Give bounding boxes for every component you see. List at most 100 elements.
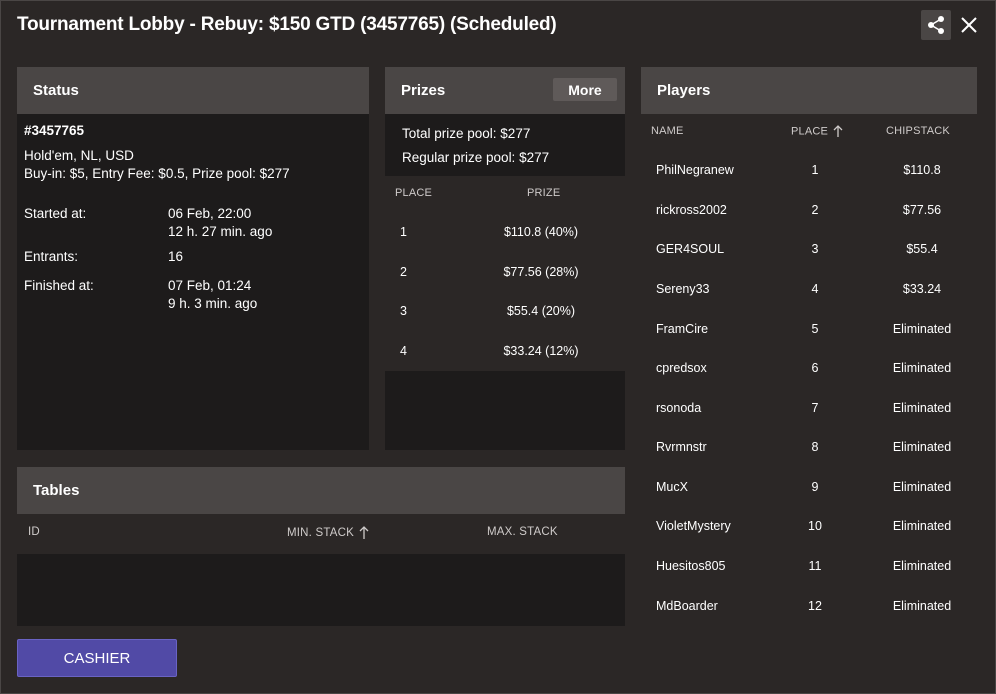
player-name: Huesitos805	[656, 559, 726, 573]
prizes-heading: Prizes	[401, 82, 446, 99]
started-ago: 12 h. 27 min. ago	[168, 224, 273, 239]
player-chipstack: $110.8	[903, 163, 941, 177]
sort-arrow-up-icon	[359, 526, 369, 539]
player-name: MdBoarder	[656, 599, 718, 613]
tables-col-min-stack-label: MIN. STACK	[287, 527, 354, 540]
tables-col-max-stack[interactable]: MAX. STACK	[487, 526, 558, 538]
player-chipstack: Eliminated	[892, 361, 952, 375]
player-place: 9	[811, 480, 819, 494]
finished-ago: 9 h. 3 min. ago	[168, 296, 258, 311]
cashier-button[interactable]: CASHIER	[17, 639, 177, 677]
player-name: PhilNegranew	[656, 163, 734, 177]
prize-row: 1 $110.8 (40%)	[385, 212, 625, 252]
prize-place: 2	[400, 265, 407, 279]
close-button[interactable]	[956, 12, 982, 38]
player-name: cpredsox	[656, 361, 707, 375]
player-chipstack: Eliminated	[892, 519, 952, 533]
player-name: MucX	[656, 480, 688, 494]
finished-date: 07 Feb, 01:24	[168, 278, 252, 293]
player-place: 4	[811, 282, 819, 296]
prizes-empty-area	[385, 371, 625, 450]
player-place: 11	[808, 559, 822, 573]
prize-place: 4	[400, 344, 407, 358]
player-name: rickross2002	[656, 203, 727, 217]
prize-col-prize: PRIZE	[527, 187, 561, 199]
player-row[interactable]: MdBoarder 12 Eliminated	[641, 586, 977, 625]
player-row[interactable]: rsonoda 7 Eliminated	[641, 388, 977, 427]
player-name: rsonoda	[656, 401, 702, 415]
share-icon	[928, 16, 944, 34]
finished-label: Finished at:	[24, 278, 94, 293]
player-chipstack: Eliminated	[892, 599, 952, 613]
player-chipstack: $55.4	[906, 242, 938, 256]
prize-amount: $77.56 (28%)	[503, 265, 579, 279]
player-name: VioletMystery	[656, 519, 731, 533]
player-chipstack: Eliminated	[892, 559, 952, 573]
player-place: 5	[811, 322, 819, 336]
players-col-chipstack[interactable]: CHIPSTACK	[886, 125, 950, 137]
player-place: 6	[811, 361, 819, 375]
players-panel-header: Players	[641, 67, 977, 114]
prize-amount: $33.24 (12%)	[503, 344, 579, 358]
players-col-name[interactable]: NAME	[651, 125, 684, 137]
buyin-info: Buy-in: $5, Entry Fee: $0.5, Prize pool:…	[24, 166, 290, 181]
sort-arrow-up-icon	[833, 125, 843, 137]
share-button[interactable]	[921, 10, 951, 40]
player-place: 8	[811, 440, 819, 454]
player-chipstack: $77.56	[902, 203, 942, 217]
player-name: GER4SOUL	[656, 242, 725, 256]
prize-col-place: PLACE	[395, 187, 433, 199]
player-place: 2	[811, 203, 819, 217]
prize-amount: $110.8 (40%)	[503, 225, 579, 239]
player-chipstack: Eliminated	[892, 401, 952, 415]
player-chipstack: Eliminated	[892, 480, 952, 494]
player-name: Rvrmnstr	[656, 440, 707, 454]
player-row[interactable]: FramCire 5 Eliminated	[641, 309, 977, 348]
tournament-id: #3457765	[24, 123, 85, 138]
player-place: 3	[811, 242, 819, 256]
player-chipstack: Eliminated	[892, 322, 952, 336]
entrants-label: Entrants:	[24, 249, 79, 264]
tables-col-min-stack[interactable]: MIN. STACK	[287, 526, 369, 540]
window-title: Tournament Lobby - Rebuy: $150 GTD (3457…	[17, 14, 557, 35]
tables-panel-header: Tables	[17, 467, 625, 514]
entrants-value: 16	[168, 249, 184, 264]
game-type: Hold'em, NL, USD	[24, 148, 134, 163]
players-heading: Players	[657, 82, 711, 99]
tables-col-id[interactable]: ID	[28, 526, 40, 538]
players-col-place[interactable]: PLACE	[791, 125, 843, 138]
player-place: 10	[808, 519, 822, 533]
close-icon	[961, 17, 977, 33]
player-row[interactable]: MucX 9 Eliminated	[641, 467, 977, 506]
regular-prize-pool: Regular prize pool: $277	[402, 150, 550, 165]
player-place: 12	[808, 599, 822, 613]
started-label: Started at:	[24, 206, 87, 221]
player-chipstack: Eliminated	[892, 440, 952, 454]
prize-place: 1	[400, 225, 407, 239]
player-row[interactable]: VioletMystery 10 Eliminated	[641, 506, 977, 545]
player-row[interactable]: rickross2002 2 $77.56	[641, 190, 977, 229]
player-row[interactable]: Huesitos805 11 Eliminated	[641, 546, 977, 585]
started-value: 06 Feb, 22:00 12 h. 27 min. ago	[168, 205, 272, 241]
player-row[interactable]: Rvrmnstr 8 Eliminated	[641, 427, 977, 466]
player-row[interactable]: Sereny33 4 $33.24	[641, 269, 977, 308]
prize-pool-box	[385, 114, 625, 176]
player-name: Sereny33	[656, 282, 710, 296]
tables-heading: Tables	[33, 482, 80, 499]
started-date: 06 Feb, 22:00	[168, 206, 252, 221]
player-name: FramCire	[656, 322, 709, 336]
total-prize-pool: Total prize pool: $277	[402, 126, 531, 141]
player-row[interactable]: PhilNegranew 1 $110.8	[641, 150, 977, 189]
prize-row: 2 $77.56 (28%)	[385, 252, 625, 292]
player-chipstack: $33.24	[902, 282, 942, 296]
player-row[interactable]: GER4SOUL 3 $55.4	[641, 229, 977, 268]
tables-list-body	[17, 554, 625, 626]
player-row[interactable]: cpredsox 6 Eliminated	[641, 348, 977, 387]
prize-row: 4 $33.24 (12%)	[385, 331, 625, 371]
player-place: 7	[811, 401, 819, 415]
finished-value: 07 Feb, 01:24 9 h. 3 min. ago	[168, 277, 257, 313]
players-col-place-label: PLACE	[791, 125, 829, 138]
more-button[interactable]: More	[553, 78, 617, 101]
prize-row: 3 $55.4 (20%)	[385, 291, 625, 331]
player-place: 1	[811, 163, 819, 177]
